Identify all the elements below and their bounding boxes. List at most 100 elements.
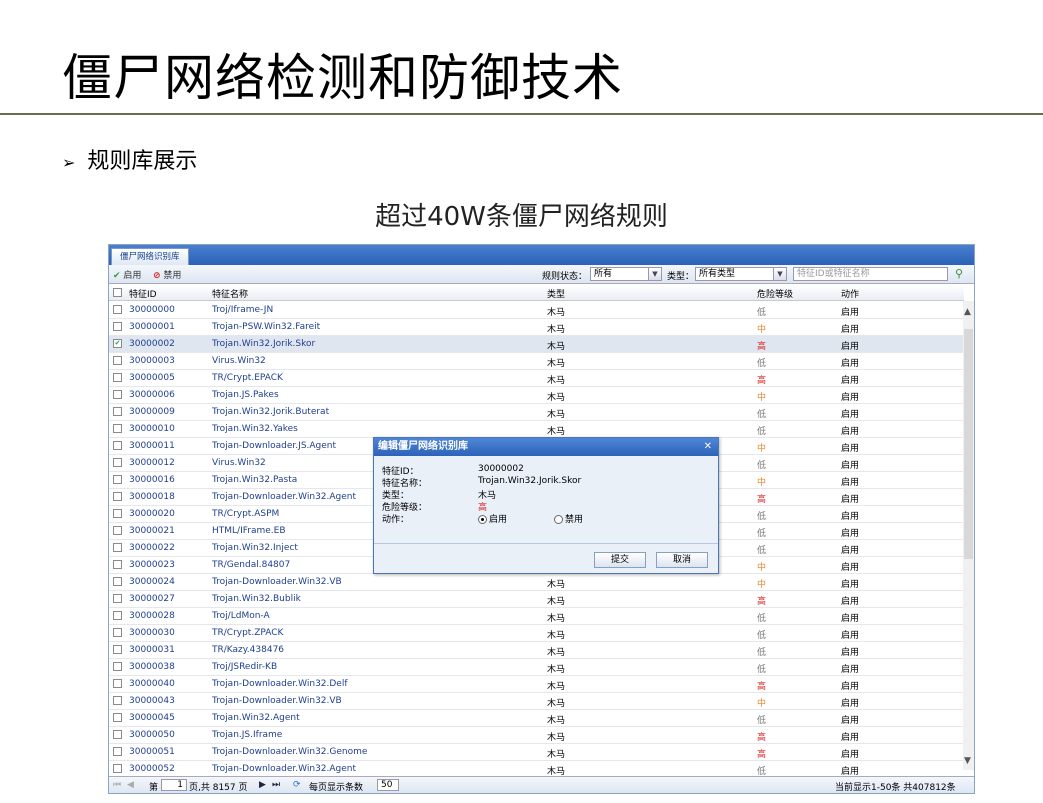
disable-button[interactable]: ⊘ 禁用 [153, 268, 181, 281]
cell-name[interactable]: Trojan-Downloader.Win32.Agent [212, 492, 356, 502]
prev-page-icon[interactable]: ◀ [127, 780, 134, 790]
row-checkbox[interactable] [113, 594, 122, 603]
next-page-icon[interactable]: ▶ [259, 780, 266, 790]
table-row[interactable]: 30000001 Trojan-PSW.Win32.Fareit 木马 中 启用 [109, 319, 964, 336]
last-page-icon[interactable]: ⏭ [272, 780, 280, 790]
row-checkbox[interactable] [113, 356, 122, 365]
table-row[interactable]: 30000050 Trojan.JS.Iframe 木马 高 启用 [109, 727, 964, 744]
type-select[interactable]: 所有类型 ▼ [695, 267, 787, 281]
scroll-up-icon[interactable]: ▲ [964, 307, 971, 317]
cell-name[interactable]: Trojan.Win32.Inject [212, 543, 298, 553]
close-icon[interactable]: ✕ [704, 438, 712, 456]
cell-name[interactable]: Trojan-Downloader.JS.Agent [212, 441, 336, 451]
row-checkbox[interactable] [113, 458, 122, 467]
row-checkbox[interactable] [113, 475, 122, 484]
cell-name[interactable]: Trojan.Win32.Pasta [212, 475, 297, 485]
select-all-checkbox[interactable] [113, 288, 122, 297]
scroll-down-icon[interactable]: ▼ [964, 756, 971, 766]
cancel-button[interactable]: 取消 [656, 552, 708, 568]
row-checkbox[interactable] [113, 560, 122, 569]
row-checkbox[interactable] [113, 713, 122, 722]
row-checkbox[interactable] [113, 390, 122, 399]
table-row[interactable]: 30000005 TR/Crypt.EPACK 木马 高 启用 [109, 370, 964, 387]
cell-name[interactable]: Troj/Iframe-JN [212, 305, 273, 315]
table-row[interactable]: 30000028 Troj/LdMon-A 木马 低 启用 [109, 608, 964, 625]
cell-name[interactable]: Trojan-Downloader.Win32.Genome [212, 747, 367, 757]
table-row[interactable]: 30000051 Trojan-Downloader.Win32.Genome 木马… [109, 744, 964, 761]
row-checkbox[interactable] [113, 492, 122, 501]
table-row[interactable]: 30000024 Trojan-Downloader.Win32.VB 木马 中 启用 [109, 574, 964, 591]
search-input[interactable]: 特征ID或特征名称 [793, 267, 948, 281]
cell-name[interactable]: Trojan-PSW.Win32.Fareit [212, 322, 320, 332]
search-icon[interactable]: ⚲ [955, 267, 963, 280]
cell-name[interactable]: Trojan-Downloader.Win32.Delf [212, 679, 348, 689]
col-header-level[interactable]: 危险等级 [757, 287, 793, 300]
cell-name[interactable]: Virus.Win32 [212, 356, 266, 366]
cell-name[interactable]: TR/Gendal.84807 [212, 560, 290, 570]
cell-name[interactable]: Trojan.JS.Iframe [212, 730, 282, 740]
per-page-input[interactable]: 50 [377, 779, 399, 791]
cell-name[interactable]: Trojan-Downloader.Win32.Agent [212, 764, 356, 774]
row-checkbox[interactable]: ✔ [113, 339, 122, 348]
tab-botnet-library[interactable]: 僵尸网络识别库 [111, 248, 189, 265]
col-header-id[interactable]: 特征ID [129, 287, 157, 300]
enable-button[interactable]: ✔ 启用 [113, 268, 141, 281]
cell-name[interactable]: Troj/JSRedir-KB [212, 662, 277, 672]
cell-name[interactable]: Trojan.Win32.Agent [212, 713, 300, 723]
cell-name[interactable]: TR/Kazy.438476 [212, 645, 284, 655]
row-checkbox[interactable] [113, 543, 122, 552]
cell-name[interactable]: Trojan.Win32.Jorik.Skor [212, 339, 315, 349]
refresh-icon[interactable]: ⟳ [293, 780, 301, 790]
page-number-input[interactable]: 1 [161, 779, 187, 791]
table-row[interactable]: ✔ 30000002 Trojan.Win32.Jorik.Skor 木马 高 启用 [109, 336, 964, 353]
dialog-titlebar[interactable]: 编辑僵尸网络识别库 ✕ [374, 438, 718, 456]
row-checkbox[interactable] [113, 509, 122, 518]
vertical-scrollbar[interactable]: ▲ ▼ [963, 301, 974, 770]
row-checkbox[interactable] [113, 373, 122, 382]
cell-name[interactable]: Trojan.Win32.Yakes [212, 424, 298, 434]
row-checkbox[interactable] [113, 730, 122, 739]
table-row[interactable]: 30000043 Trojan-Downloader.Win32.VB 木马 中 启用 [109, 693, 964, 710]
col-header-type[interactable]: 类型 [547, 287, 565, 300]
row-checkbox[interactable] [113, 526, 122, 535]
cell-name[interactable]: TR/Crypt.ZPACK [212, 628, 283, 638]
row-checkbox[interactable] [113, 696, 122, 705]
row-checkbox[interactable] [113, 424, 122, 433]
table-row[interactable]: 30000027 Trojan.Win32.Bublik 木马 高 启用 [109, 591, 964, 608]
table-row[interactable]: 30000003 Virus.Win32 木马 低 启用 [109, 353, 964, 370]
row-checkbox[interactable] [113, 322, 122, 331]
row-checkbox[interactable] [113, 662, 122, 671]
cell-name[interactable]: TR/Crypt.ASPM [212, 509, 279, 519]
row-checkbox[interactable] [113, 441, 122, 450]
row-checkbox[interactable] [113, 679, 122, 688]
table-row[interactable]: 30000006 Trojan.JS.Pakes 木马 中 启用 [109, 387, 964, 404]
submit-button[interactable]: 提交 [594, 552, 646, 568]
table-row[interactable]: 30000040 Trojan-Downloader.Win32.Delf 木马 高 启… [109, 676, 964, 693]
row-checkbox[interactable] [113, 645, 122, 654]
radio-enable[interactable]: 启用 [478, 512, 507, 525]
col-header-action[interactable]: 动作 [841, 287, 859, 300]
row-checkbox[interactable] [113, 577, 122, 586]
table-row[interactable]: 30000030 TR/Crypt.ZPACK 木马 低 启用 [109, 625, 964, 642]
table-row[interactable]: 30000000 Troj/Iframe-JN 木马 低 启用 [109, 302, 964, 319]
cell-name[interactable]: TR/Crypt.EPACK [212, 373, 283, 383]
table-row[interactable]: 30000010 Trojan.Win32.Yakes 木马 低 启用 [109, 421, 964, 438]
table-row[interactable]: 30000045 Trojan.Win32.Agent 木马 低 启用 [109, 710, 964, 727]
radio-disable[interactable]: 禁用 [554, 512, 583, 525]
cell-name[interactable]: Trojan.Win32.Jorik.Buterat [212, 407, 329, 417]
cell-name[interactable]: Troj/LdMon-A [212, 611, 270, 621]
row-checkbox[interactable] [113, 611, 122, 620]
cell-name[interactable]: Trojan-Downloader.Win32.VB [212, 696, 342, 706]
status-select[interactable]: 所有 ▼ [590, 267, 662, 281]
col-header-name[interactable]: 特征名称 [212, 287, 248, 300]
row-checkbox[interactable] [113, 407, 122, 416]
row-checkbox[interactable] [113, 764, 122, 773]
cell-name[interactable]: Trojan.Win32.Bublik [212, 594, 301, 604]
table-row[interactable]: 30000009 Trojan.Win32.Jorik.Buterat 木马 低 启用 [109, 404, 964, 421]
first-page-icon[interactable]: ⏮ [113, 780, 121, 790]
row-checkbox[interactable] [113, 305, 122, 314]
table-row[interactable]: 30000031 TR/Kazy.438476 木马 低 启用 [109, 642, 964, 659]
table-row[interactable]: 30000038 Troj/JSRedir-KB 木马 低 启用 [109, 659, 964, 676]
cell-name[interactable]: Virus.Win32 [212, 458, 266, 468]
scroll-thumb[interactable] [964, 329, 973, 559]
